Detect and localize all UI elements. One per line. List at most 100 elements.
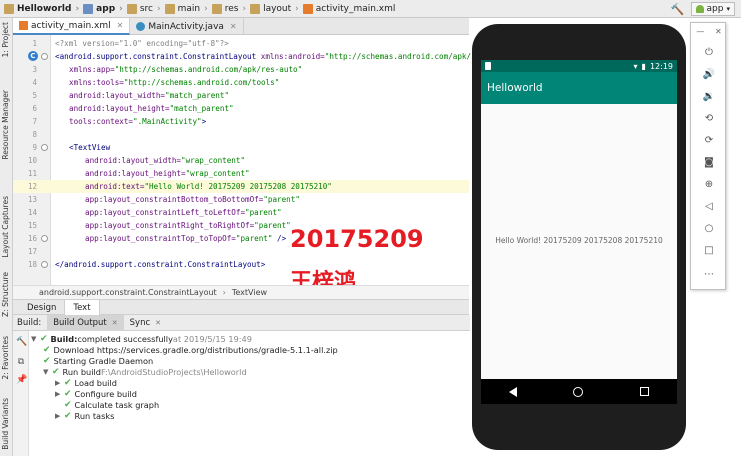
resource-manager-tool-tab[interactable]: Resource Manager	[1, 90, 10, 160]
chevron-right-icon: ›	[119, 3, 123, 14]
recent-apps-icon[interactable]	[639, 387, 649, 396]
app-title: Helloworld	[487, 82, 543, 94]
close-icon[interactable]: ✕	[117, 21, 124, 30]
chevron-right-icon: ▶	[55, 378, 61, 387]
emulator-toolbar: — ✕ ⏻ 🔊 🔉 ⟲ ⟳ ◙ ⊕ ◁ ○ □ ⋯	[690, 22, 726, 290]
folder-icon	[126, 3, 137, 14]
code-line: 14 app:layout_constraintLeft_toLeftOf="pa…	[27, 208, 282, 217]
fold-icon[interactable]	[41, 235, 48, 242]
overview-icon[interactable]: □	[691, 241, 727, 261]
hello-textview: Hello World! 20175209 20175208 20175210	[495, 236, 663, 245]
close-icon[interactable]: ✕	[112, 319, 118, 327]
run-toolbar: 🔨 app ▾	[671, 0, 741, 18]
power-icon[interactable]: ⏻	[691, 43, 727, 63]
chevron-right-icon: ›	[222, 288, 226, 297]
xml-file-icon	[302, 3, 313, 14]
tree-row-load-build[interactable]: ▶ ✔ Load build	[55, 377, 117, 388]
java-class-icon	[136, 22, 146, 31]
class-c-icon[interactable]: C	[28, 51, 38, 61]
xml-crumb-constraint-layout[interactable]: android.support.constraint.ConstraintLay…	[39, 288, 217, 297]
check-icon: ✔	[43, 355, 51, 366]
tab-main-activity-java[interactable]: MainActivity.java ✕	[130, 18, 244, 35]
tree-row-task-graph[interactable]: ✔ Calculate task graph	[55, 399, 159, 410]
breadcrumb-item-res[interactable]: res ›	[211, 3, 250, 14]
hammer-icon[interactable]: 🔨	[16, 337, 27, 347]
tab-text[interactable]: Text	[64, 300, 100, 315]
build-side-toolbar: 🔨 ⧉ 📌	[13, 331, 29, 456]
run-configuration-select[interactable]: app ▾	[690, 2, 735, 16]
tab-activity-main-xml[interactable]: activity_main.xml ✕	[13, 18, 131, 35]
breadcrumb-item-helloworld[interactable]: Helloworld ›	[4, 3, 83, 14]
check-icon: ✔	[52, 366, 60, 377]
volume-down-icon[interactable]: 🔉	[691, 87, 727, 107]
check-icon: ✔	[43, 344, 51, 355]
breadcrumb-item-main[interactable]: main ›	[164, 3, 212, 14]
tree-row-run-build[interactable]: ▼ ✔ Run build F:\AndroidStudioProjects\Hel…	[43, 366, 247, 377]
tree-row-configure-build[interactable]: ▶ ✔ Configure build	[55, 388, 137, 399]
back-icon[interactable]	[509, 386, 518, 397]
signal-icon: ▾	[633, 61, 638, 71]
back-icon[interactable]: ◁	[691, 197, 727, 217]
toggle-view-icon[interactable]: ⧉	[16, 357, 26, 367]
fold-icon[interactable]	[41, 53, 48, 60]
rotate-left-icon[interactable]: ⟲	[691, 109, 727, 129]
code-line: 9 <TextView	[32, 143, 111, 152]
rotate-right-icon[interactable]: ⟳	[691, 131, 727, 151]
favorites-tool-tab[interactable]: 2: Favorites	[1, 336, 10, 380]
chevron-right-icon: ›	[157, 3, 161, 14]
structure-tool-tab[interactable]: Z: Structure	[1, 272, 10, 317]
tree-row-download[interactable]: ✔ Download https://services.gradle.org/di…	[43, 344, 338, 355]
design-text-tabs: Design Text	[13, 299, 469, 315]
pin-icon[interactable]: 📌	[16, 375, 27, 385]
layout-captures-tool-tab[interactable]: Layout Captures	[1, 196, 10, 258]
tree-row-build[interactable]: ▼ ✔ Build: completed successfully at 2019/…	[31, 333, 252, 344]
close-icon[interactable]: ✕	[230, 22, 237, 31]
zoom-icon[interactable]: ⊕	[691, 175, 727, 195]
chevron-right-icon: ›	[204, 3, 208, 14]
breadcrumb-item-src[interactable]: src ›	[126, 3, 165, 14]
fold-icon[interactable]	[41, 144, 48, 151]
tab-sync[interactable]: Sync ✕	[124, 315, 167, 331]
home-icon[interactable]: ○	[691, 219, 727, 239]
fold-icon[interactable]	[41, 261, 48, 268]
project-tool-tab[interactable]: 1: Project	[1, 22, 10, 57]
code-line: 6 android:layout_height="match_parent"	[32, 104, 234, 113]
chevron-right-icon: ▶	[55, 411, 61, 420]
more-icon[interactable]: ⋯	[691, 265, 727, 285]
annotation-student-number: 20175209	[290, 225, 424, 253]
xml-file-icon	[19, 21, 28, 30]
tree-row-daemon[interactable]: ✔ Starting Gradle Daemon	[43, 355, 153, 366]
emulator-screen[interactable]: ▾ ▮ 12:19 Helloworld Hello World! 201752…	[481, 60, 677, 379]
battery-icon: ▮	[641, 61, 646, 71]
check-icon: ✔	[64, 388, 72, 399]
tree-row-run-tasks[interactable]: ▶ ✔ Run tasks	[55, 410, 114, 421]
breadcrumb-item-app[interactable]: app ›	[83, 3, 127, 14]
chevron-down-icon: ▾	[726, 5, 730, 13]
minimize-icon[interactable]: —	[696, 27, 704, 36]
chevron-right-icon: ▶	[55, 389, 61, 398]
camera-icon[interactable]: ◙	[691, 153, 727, 173]
close-icon[interactable]: ✕	[155, 319, 161, 327]
home-icon[interactable]	[573, 386, 584, 397]
breadcrumb-item-activity-main[interactable]: activity_main.xml	[302, 3, 395, 14]
code-line: 2C<android.support.constraint.Constraint…	[13, 50, 526, 63]
build-output-tree: ▼ ✔ Build: completed successfully at 2019/…	[29, 331, 470, 456]
tab-build-output[interactable]: Build Output ✕	[47, 314, 124, 331]
left-tool-stripe: 1: Project Resource Manager Layout Captu…	[0, 18, 13, 456]
editor-tab-bar: activity_main.xml ✕ MainActivity.java ✕	[13, 18, 469, 35]
chevron-right-icon: ›	[295, 3, 299, 14]
hammer-icon[interactable]: 🔨	[671, 3, 685, 16]
check-icon: ✔	[64, 399, 72, 410]
tab-design[interactable]: Design	[19, 300, 64, 315]
xml-crumb-textview[interactable]: TextView	[232, 288, 267, 297]
build-variants-tool-tab[interactable]: Build Variants	[1, 398, 10, 450]
code-line: 4 xmlns:tools="http://schemas.android.com…	[32, 78, 280, 87]
android-icon	[695, 5, 704, 13]
volume-up-icon[interactable]: 🔊	[691, 65, 727, 85]
close-icon[interactable]: ✕	[715, 27, 722, 36]
chevron-right-icon: ›	[242, 3, 247, 14]
breadcrumb-item-layout[interactable]: layout ›	[250, 3, 303, 14]
code-line: 13 app:layout_constraintBottom_toBottomOf…	[27, 195, 300, 204]
app-bar: Helloworld	[481, 72, 677, 104]
sd-card-icon	[485, 62, 491, 70]
